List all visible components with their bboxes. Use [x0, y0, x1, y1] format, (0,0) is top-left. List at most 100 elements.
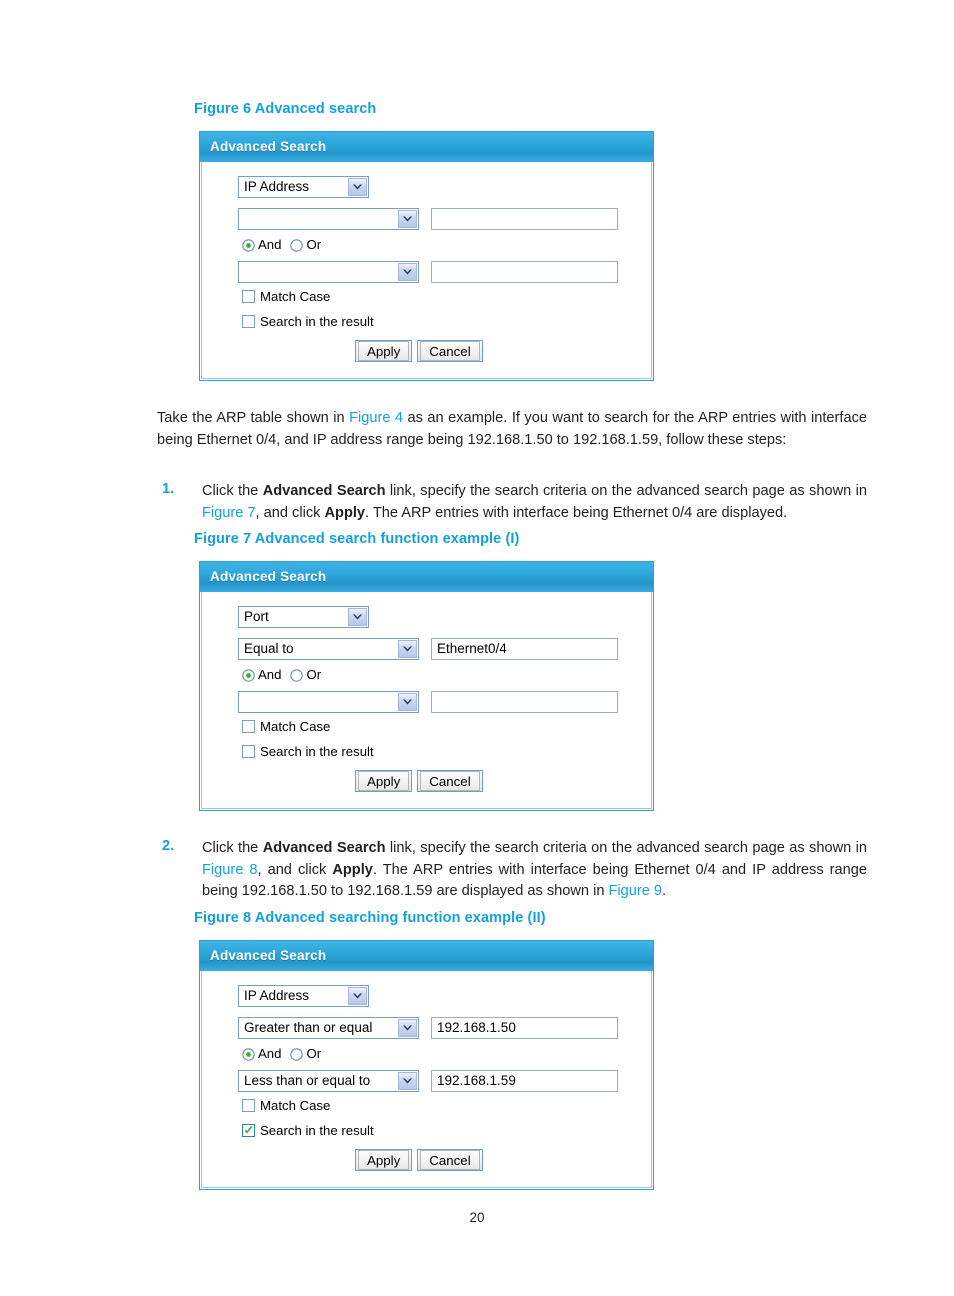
page-number: 20 — [469, 1210, 485, 1225]
figure-6-caption: Figure 6 Advanced search — [194, 101, 377, 117]
criteria-row-2 — [238, 261, 618, 283]
operator-select-1[interactable]: Greater than or equal — [238, 1017, 419, 1039]
apply-button-label: Apply — [358, 341, 410, 361]
apply-button-label: Apply — [358, 771, 410, 791]
search-in-result-label: Search in the result — [260, 314, 374, 329]
advanced-search-panel-figure-6: Advanced Search IP Address And Or Match … — [199, 131, 654, 381]
search-in-result-row[interactable]: Search in the result — [242, 1123, 374, 1138]
criteria-row-2 — [238, 691, 618, 713]
action-buttons: Apply Cancel — [355, 1149, 488, 1171]
chevron-down-icon[interactable] — [348, 178, 367, 196]
chevron-down-icon[interactable] — [398, 693, 417, 711]
value-input-2[interactable] — [431, 691, 618, 713]
match-case-row[interactable]: Match Case — [242, 719, 330, 734]
search-field-value: IP Address — [244, 988, 310, 1003]
operator-select-2[interactable] — [238, 261, 419, 283]
figure-4-link[interactable]: Figure 4 — [349, 410, 403, 426]
logic-operator-group: And Or — [242, 668, 330, 682]
chevron-down-icon[interactable] — [348, 987, 367, 1005]
step1-text-2: link, specify the search criteria on the… — [385, 483, 867, 499]
match-case-checkbox[interactable] — [242, 290, 255, 303]
radio-or[interactable] — [290, 238, 304, 252]
step-2-text: Click the Advanced Search link, specify … — [202, 838, 867, 903]
figure-7-link[interactable]: Figure 7 — [202, 505, 256, 521]
logic-operator-group: And Or — [242, 238, 330, 252]
step-1-text: Click the Advanced Search link, specify … — [202, 481, 867, 524]
search-in-result-row[interactable]: Search in the result — [242, 744, 374, 759]
match-case-checkbox[interactable] — [242, 720, 255, 733]
apply-button[interactable]: Apply — [355, 1149, 413, 1171]
chevron-down-icon[interactable] — [348, 608, 367, 626]
step1-bold-2: Apply — [324, 504, 366, 521]
advanced-search-panel-figure-8: Advanced Search IP Address Greater than … — [199, 940, 654, 1190]
chevron-down-icon[interactable] — [398, 1019, 417, 1037]
search-in-result-checkbox[interactable] — [242, 745, 255, 758]
search-field-value: Port — [244, 609, 269, 624]
cancel-button-label: Cancel — [420, 1150, 480, 1170]
cancel-button[interactable]: Cancel — [417, 770, 483, 792]
panel-title: Advanced Search — [210, 139, 327, 154]
search-field-select[interactable]: Port — [238, 606, 369, 628]
panel-title-bar: Advanced Search — [200, 562, 653, 592]
value-input-2[interactable]: 192.168.1.59 — [431, 1070, 618, 1092]
search-field-select[interactable]: IP Address — [238, 176, 369, 198]
criteria-row-1 — [238, 208, 618, 230]
chevron-down-icon[interactable] — [398, 1072, 417, 1090]
match-case-row[interactable]: Match Case — [242, 1098, 330, 1113]
radio-or[interactable] — [290, 668, 304, 682]
figure-8-link[interactable]: Figure 8 — [202, 862, 258, 878]
step1-text-3: , and click — [255, 504, 325, 521]
radio-or[interactable] — [290, 1047, 304, 1061]
radio-or-label: Or — [306, 667, 322, 682]
cancel-button-label: Cancel — [420, 771, 480, 791]
radio-and[interactable] — [242, 1047, 255, 1061]
criteria-row-2: Less than or equal to 192.168.1.59 — [238, 1070, 618, 1092]
step2-text-1: Click the — [202, 840, 263, 856]
chevron-down-icon[interactable] — [398, 640, 417, 658]
step2-bold-1: Advanced Search — [262, 840, 386, 856]
action-buttons: Apply Cancel — [355, 770, 488, 792]
search-field-value: IP Address — [244, 179, 310, 194]
operator-select-1[interactable]: Equal to — [238, 638, 419, 660]
intro-text-1: Take the ARP table shown in — [157, 410, 350, 426]
panel-title: Advanced Search — [210, 948, 327, 963]
chevron-down-icon[interactable] — [398, 210, 417, 228]
radio-and-label: And — [258, 237, 282, 252]
document-page: Figure 6 Advanced search Advanced Search… — [0, 0, 954, 1296]
match-case-checkbox[interactable] — [242, 1099, 255, 1112]
cancel-button[interactable]: Cancel — [417, 1149, 483, 1171]
radio-and-label: And — [258, 1046, 282, 1061]
apply-button[interactable]: Apply — [355, 770, 413, 792]
match-case-row[interactable]: Match Case — [242, 289, 330, 304]
value-input-2[interactable] — [431, 261, 618, 283]
cancel-button[interactable]: Cancel — [417, 340, 483, 362]
operator-select-2[interactable] — [238, 691, 419, 713]
logic-operator-group: And Or — [242, 1047, 330, 1061]
panel-title: Advanced Search — [210, 569, 327, 584]
step2-text-2: link, specify the search criteria on the… — [385, 840, 867, 856]
search-field-select[interactable]: IP Address — [238, 985, 369, 1007]
operator-select-2[interactable]: Less than or equal to — [238, 1070, 419, 1092]
panel-title-bar: Advanced Search — [200, 132, 653, 162]
chevron-down-icon[interactable] — [398, 263, 417, 281]
figure-7-caption: Figure 7 Advanced search function exampl… — [194, 531, 520, 547]
figure-9-link[interactable]: Figure 9 — [609, 883, 663, 899]
advanced-search-panel-figure-7: Advanced Search Port Equal to Ethernet0/… — [199, 561, 654, 811]
operator-select-1[interactable] — [238, 208, 419, 230]
step2-text-3: , and click — [257, 861, 333, 878]
field-row: IP Address — [238, 985, 369, 1007]
value-input-1[interactable]: Ethernet0/4 — [431, 638, 618, 660]
radio-and[interactable] — [242, 668, 255, 682]
search-in-result-checkbox[interactable] — [242, 315, 255, 328]
radio-or-label: Or — [306, 237, 322, 252]
search-in-result-row[interactable]: Search in the result — [242, 314, 374, 329]
radio-and[interactable] — [242, 238, 255, 252]
value-input-1[interactable] — [431, 208, 618, 230]
panel-title-bar: Advanced Search — [200, 941, 653, 971]
step2-bold-2: Apply — [332, 861, 373, 878]
value-input-1[interactable]: 192.168.1.50 — [431, 1017, 618, 1039]
apply-button[interactable]: Apply — [355, 340, 413, 362]
step-2-number: 2. — [162, 838, 175, 854]
search-in-result-checkbox[interactable] — [242, 1124, 255, 1137]
panel-body: IP Address And Or Match Case Search in t… — [201, 162, 652, 379]
